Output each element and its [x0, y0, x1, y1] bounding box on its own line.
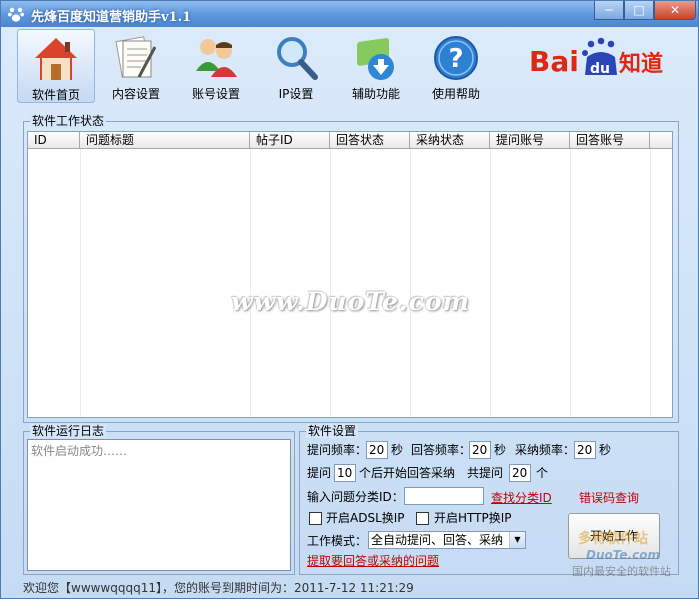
status-bar-text: 欢迎您【wwwwqqqq11】，您的账号到期时间为：2011-7-12 11:2…	[23, 581, 414, 595]
maximize-button[interactable]: □	[624, 1, 654, 20]
magnifier-icon	[277, 37, 318, 80]
column-divider	[410, 149, 411, 417]
column-divider	[250, 149, 251, 417]
tool-help[interactable]: ? 使用帮助	[417, 29, 495, 103]
total-ask-label: 共提问	[467, 466, 504, 480]
svg-text:?: ?	[448, 44, 463, 74]
baidu-zhidao-logo: Bai du 知道	[529, 37, 663, 78]
column-header-ask-account[interactable]: 提问账号	[490, 132, 570, 148]
category-label: 输入问题分类ID：	[307, 490, 404, 504]
settings-title: 软件设置	[306, 424, 359, 438]
column-header-title[interactable]: 问题标题	[80, 132, 250, 148]
find-category-link[interactable]: 查找分类ID	[491, 489, 552, 506]
column-divider	[330, 149, 331, 417]
work-status-table[interactable]: ID 问题标题 帖子ID 回答状态 采纳状态 提问账号 回答账号	[27, 131, 673, 418]
tool-home[interactable]: 软件首页	[17, 29, 95, 103]
main-toolbar: 软件首页 内容设置 账号设置 IP设置 辅助功能 ? 使用帮助 Bai du 知…	[1, 27, 698, 107]
table-header: ID 问题标题 帖子ID 回答状态 采纳状态 提问账号 回答账号	[28, 132, 672, 149]
adsl-label: 开启ADSL换IP	[326, 511, 405, 525]
column-divider	[650, 149, 651, 417]
tool-home-label: 软件首页	[31, 88, 80, 102]
fetch-questions-link[interactable]: 提取要回答或采纳的问题	[307, 552, 439, 569]
ask-count-input[interactable]: 10	[334, 464, 356, 482]
adsl-checkbox[interactable]	[309, 512, 322, 525]
column-divider	[80, 149, 81, 417]
tool-content-settings[interactable]: 内容设置	[97, 29, 175, 103]
column-divider	[490, 149, 491, 417]
help-icon: ?	[434, 36, 478, 80]
duote-watermark: www.DuoTe.com	[231, 287, 470, 316]
window-title: 先烽百度知道营销助手v1.1	[31, 10, 192, 25]
minimize-button[interactable]: ─	[594, 1, 624, 20]
app-window: 先烽百度知道营销助手v1.1 ─ □ ✕ 软件首页 内容设置 账号设置 IP设置…	[0, 0, 699, 599]
document-pen-icon	[115, 36, 157, 78]
corner-watermark-line3: 国内最安全的软件站	[572, 564, 671, 578]
users-icon	[196, 39, 237, 77]
tool-ip-settings[interactable]: IP设置	[257, 29, 335, 103]
adopt-freq-label: 采纳频率：	[515, 443, 576, 457]
log-textarea[interactable]: 软件启动成功……	[27, 439, 291, 571]
work-mode-value: 全自动提问、回答、采纳	[371, 533, 504, 547]
logo-du-text: du	[590, 61, 610, 77]
column-header-answer-account[interactable]: 回答账号	[570, 132, 650, 148]
tool-auxiliary[interactable]: 辅助功能	[337, 29, 415, 103]
duote-corner-watermark: 多特软件站 DuoTe.com 国内最安全的软件站	[572, 530, 671, 578]
work-mode-select[interactable]: 全自动提问、回答、采纳 ▼	[368, 531, 526, 549]
http-label: 开启HTTP换IP	[434, 511, 512, 525]
log-title: 软件运行日志	[30, 424, 107, 438]
download-tool-icon	[357, 38, 394, 80]
corner-watermark-line1: 多特软件站	[578, 530, 648, 547]
total-ask-unit: 个	[536, 466, 549, 480]
ask-freq-input[interactable]: 20	[366, 441, 388, 459]
window-controls: ─ □ ✕	[594, 1, 696, 20]
corner-watermark-line2: DuoTe.com	[586, 548, 660, 562]
answer-freq-label: 回答频率：	[411, 443, 472, 457]
answer-freq-unit: 秒	[494, 443, 507, 457]
tool-content-settings-label: 内容设置	[111, 87, 160, 101]
ask-freq-label: 提问频率：	[307, 443, 368, 457]
tool-account-settings[interactable]: 账号设置	[177, 29, 255, 103]
close-button[interactable]: ✕	[654, 1, 696, 20]
baidu-paw-icon	[7, 7, 25, 22]
column-header-id[interactable]: ID	[28, 132, 80, 148]
column-header-adopt-status[interactable]: 采纳状态	[410, 132, 490, 148]
total-ask-input[interactable]: 20	[509, 464, 531, 482]
ask-prefix-label: 提问	[307, 466, 332, 480]
tool-account-settings-label: 账号设置	[191, 87, 240, 101]
tool-ip-settings-label: IP设置	[278, 87, 314, 101]
column-divider	[570, 149, 571, 417]
home-icon	[35, 38, 77, 80]
column-header-answer-status[interactable]: 回答状态	[330, 132, 410, 148]
column-header-post-id[interactable]: 帖子ID	[250, 132, 330, 148]
category-id-input[interactable]	[404, 487, 484, 505]
title-bar[interactable]: 先烽百度知道营销助手v1.1 ─ □ ✕	[1, 1, 698, 27]
tool-auxiliary-label: 辅助功能	[351, 87, 400, 101]
log-line: 软件启动成功……	[31, 444, 128, 458]
ask-middle-label: 个后开始回答采纳	[359, 466, 456, 480]
logo-zhidao-text: 知道	[619, 51, 663, 77]
chevron-down-icon[interactable]: ▼	[509, 532, 525, 548]
adopt-freq-input[interactable]: 20	[574, 441, 596, 459]
error-code-link[interactable]: 错误码查询	[579, 489, 639, 506]
work-status-title: 软件工作状态	[30, 114, 107, 128]
http-checkbox[interactable]	[416, 512, 429, 525]
answer-freq-input[interactable]: 20	[469, 441, 491, 459]
mode-label: 工作模式：	[307, 534, 368, 548]
tool-help-label: 使用帮助	[431, 87, 480, 101]
ask-freq-unit: 秒	[391, 443, 404, 457]
logo-bai-text: Bai	[529, 45, 579, 78]
adopt-freq-unit: 秒	[599, 443, 612, 457]
